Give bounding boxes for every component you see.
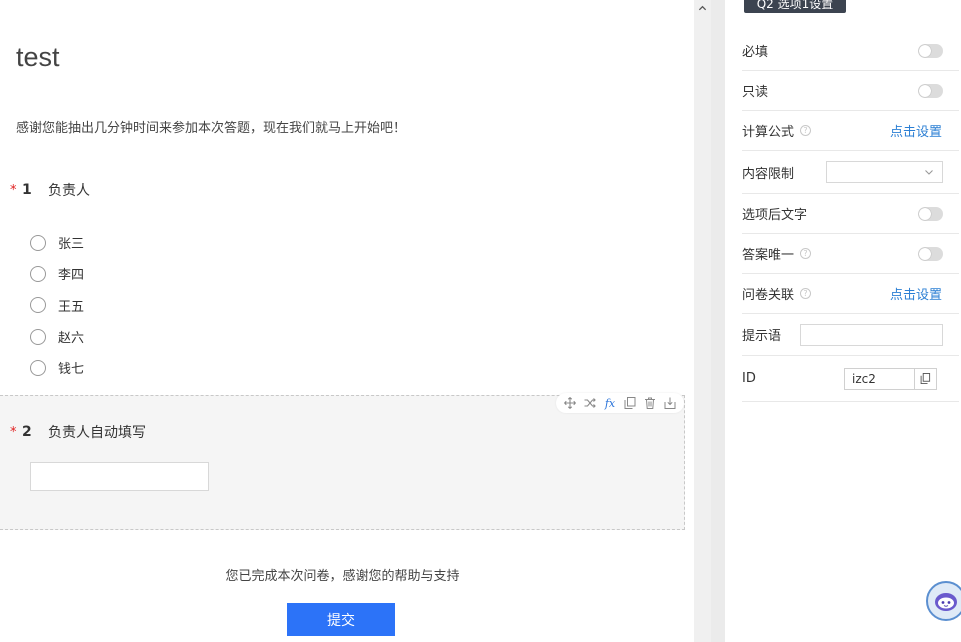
move-icon[interactable] [564, 397, 577, 410]
prop-label-text: 计算公式 [742, 125, 795, 140]
option-item[interactable]: 张三 [30, 227, 84, 258]
text-after-option-toggle[interactable] [918, 206, 943, 221]
prop-survey-link: 问卷关联 ? 点击设置 [742, 274, 959, 314]
prop-readonly: 只读 [742, 71, 959, 111]
option-label: 钱七 [58, 362, 85, 378]
option-label: 张三 [58, 237, 85, 253]
radio-button[interactable] [30, 265, 46, 282]
option-list: 张三 李四 王五 赵六 钱七 [30, 227, 84, 383]
formula-settings-link[interactable]: 点击设置 [890, 121, 942, 140]
prop-content-limit: 内容限制 [742, 151, 959, 194]
prop-label: 提示语 [742, 329, 782, 344]
radio-button[interactable] [30, 328, 46, 345]
question-toolbar: fx [556, 393, 684, 413]
required-mark: * [10, 424, 17, 440]
prop-label: 选项后文字 [742, 208, 808, 223]
content-limit-select[interactable] [826, 161, 943, 183]
hint-input[interactable] [800, 323, 943, 346]
copy-id-icon[interactable] [915, 367, 937, 390]
survey-link-settings-link[interactable]: 点击设置 [890, 284, 942, 303]
question-number: 2 [22, 424, 32, 440]
prop-label: 问卷关联 ? [742, 284, 812, 303]
prop-id: ID izc2 [742, 356, 959, 402]
prop-label: ID [742, 371, 756, 386]
properties-panel: Q2 选项1设置 必填 只读 计算公式 ? 点击设置 内容限制 选项后文字 答案… [725, 0, 961, 642]
scroll-track[interactable] [694, 16, 711, 642]
finish-text: 您已完成本次问卷，感谢您的帮助与支持 [225, 569, 460, 584]
option-item[interactable]: 王五 [30, 290, 84, 321]
survey-intro: 感谢您能抽出几分钟时间来参加本次答题，现在我们就马上开始吧！ [16, 121, 407, 136]
option-item[interactable]: 李四 [30, 258, 84, 289]
option-item[interactable]: 钱七 [30, 352, 84, 383]
question-title: 负责人自动填写 [48, 425, 146, 441]
panel-header-tag: Q2 选项1设置 [744, 0, 846, 13]
survey-title: test [16, 42, 60, 72]
required-mark: * [10, 182, 17, 198]
help-icon[interactable]: ? [800, 288, 812, 299]
prop-formula: 计算公式 ? 点击设置 [742, 111, 959, 151]
scroll-up-arrow-icon[interactable] [694, 0, 711, 16]
assistant-robot-icon[interactable] [926, 581, 961, 621]
radio-button[interactable] [30, 359, 46, 376]
chevron-down-icon [925, 170, 933, 175]
prop-label: 只读 [742, 85, 769, 100]
save-to-bank-icon[interactable] [664, 397, 677, 410]
question-1[interactable]: * 1 负责人 张三 李四 王五 赵六 钱七 [0, 170, 685, 380]
help-icon[interactable]: ? [800, 125, 812, 136]
delete-icon[interactable] [644, 397, 657, 410]
survey-canvas: test 感谢您能抽出几分钟时间来参加本次答题，现在我们就马上开始吧！ * 1 … [0, 0, 694, 642]
prop-label: 内容限制 [742, 166, 795, 182]
help-icon[interactable]: ? [800, 248, 812, 259]
prop-label-text: 问卷关联 [742, 288, 795, 303]
scrollbar[interactable] [694, 0, 725, 642]
id-field[interactable]: izc2 [844, 367, 915, 390]
prop-unique-answer: 答案唯一 ? [742, 234, 959, 274]
unique-answer-toggle[interactable] [918, 246, 943, 261]
option-label: 赵六 [58, 331, 85, 347]
submit-button[interactable]: 提交 [287, 603, 395, 636]
question-number: 1 [22, 182, 32, 198]
required-toggle[interactable] [918, 43, 943, 58]
question-header: * 2 负责人自动填写 [10, 422, 146, 442]
question-title: 负责人 [48, 183, 90, 199]
prop-required: 必填 [742, 31, 959, 71]
question-2-selected[interactable]: * 2 负责人自动填写 [0, 395, 685, 530]
prop-label: 答案唯一 ? [742, 244, 812, 263]
readonly-toggle[interactable] [918, 83, 943, 98]
prop-label: 必填 [742, 45, 769, 60]
option-label: 王五 [58, 299, 85, 315]
option-item[interactable]: 赵六 [30, 321, 84, 352]
auto-fill-input[interactable] [30, 462, 209, 491]
formula-icon[interactable]: fx [604, 397, 617, 410]
prop-label-text: 答案唯一 [742, 248, 795, 263]
prop-hint: 提示语 [742, 314, 959, 356]
option-label: 李四 [58, 268, 85, 284]
prop-text-after-option: 选项后文字 [742, 194, 959, 234]
question-header: * 1 负责人 [10, 180, 90, 200]
shuffle-icon[interactable] [584, 397, 597, 410]
copy-icon[interactable] [624, 397, 637, 410]
radio-button[interactable] [30, 234, 46, 251]
radio-button[interactable] [30, 297, 46, 314]
prop-label: 计算公式 ? [742, 121, 812, 140]
